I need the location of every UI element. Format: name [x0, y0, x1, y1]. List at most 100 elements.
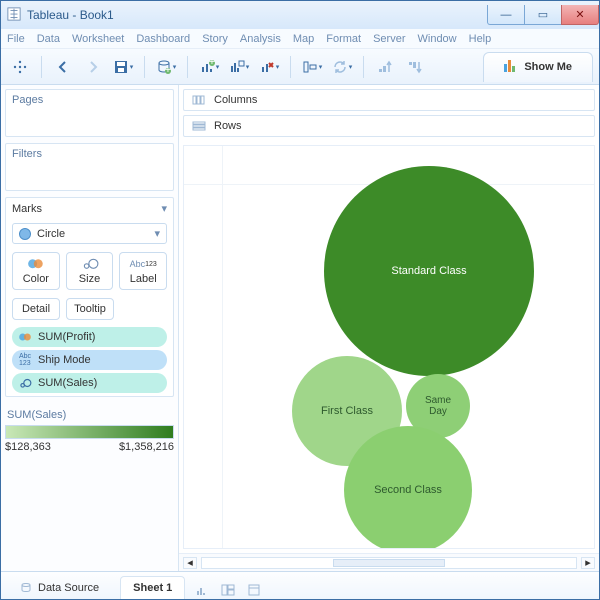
- app-icon: [7, 7, 21, 24]
- data-source-label: Data Source: [38, 582, 99, 594]
- clear-sheet-button[interactable]: ▾: [256, 54, 282, 80]
- back-button[interactable]: [50, 54, 76, 80]
- columns-shelf[interactable]: Columns: [183, 89, 595, 111]
- pages-shelf[interactable]: Pages: [5, 89, 174, 137]
- menu-worksheet[interactable]: Worksheet: [72, 33, 124, 45]
- filters-shelf[interactable]: Filters: [5, 143, 174, 191]
- marks-card: Marks ▾ Circle ▾ Color Size: [5, 197, 174, 397]
- menu-window[interactable]: Window: [418, 33, 457, 45]
- worksheet-area: Columns Rows Standard Class First Class: [179, 85, 599, 571]
- menu-format[interactable]: Format: [326, 33, 361, 45]
- mark-type-select[interactable]: Circle ▾: [12, 223, 167, 244]
- bubble-second-class[interactable]: Second Class: [344, 426, 472, 549]
- connect-data-button[interactable]: +▾: [153, 54, 179, 80]
- bubble-label: First Class: [321, 405, 373, 417]
- menu-map[interactable]: Map: [293, 33, 314, 45]
- window-controls: — ▭ ✕: [488, 5, 599, 25]
- shelves: Columns Rows: [179, 85, 599, 141]
- legend-max: $1,358,216: [119, 441, 174, 453]
- pill-sum-profit[interactable]: SUM(Profit): [12, 327, 167, 347]
- color-icon: [27, 257, 45, 271]
- refresh-button[interactable]: ▾: [329, 54, 355, 80]
- sort-asc-button[interactable]: [372, 54, 398, 80]
- pages-label: Pages: [6, 90, 173, 110]
- grid-line: [222, 146, 223, 548]
- size-pill-icon: [18, 376, 32, 390]
- main-area: Pages Filters Marks ▾ Circle ▾: [1, 85, 599, 571]
- rows-icon: [192, 121, 206, 131]
- maximize-button[interactable]: ▭: [524, 5, 562, 25]
- new-worksheet-button[interactable]: [193, 581, 211, 599]
- sheet-tabs-bar: Data Source Sheet 1: [1, 571, 599, 599]
- scroll-track[interactable]: [201, 557, 577, 569]
- menu-help[interactable]: Help: [469, 33, 492, 45]
- columns-icon: [192, 95, 206, 105]
- size-label: Size: [79, 273, 100, 285]
- bubble-label: Standard Class: [391, 265, 466, 277]
- new-sheet-button[interactable]: +▾: [196, 54, 222, 80]
- close-button[interactable]: ✕: [561, 5, 599, 25]
- menu-data[interactable]: Data: [37, 33, 60, 45]
- swap-button[interactable]: ▾: [299, 54, 325, 80]
- label-icon: Abc123: [134, 257, 152, 271]
- marks-tooltip-button[interactable]: Tooltip: [66, 298, 114, 320]
- menu-analysis[interactable]: Analysis: [240, 33, 281, 45]
- columns-label: Columns: [214, 94, 257, 106]
- marks-size-button[interactable]: Size: [66, 252, 114, 290]
- pill-profit-label: SUM(Profit): [38, 331, 95, 343]
- scroll-right-button[interactable]: ▸: [581, 557, 595, 569]
- sort-desc-button[interactable]: [402, 54, 428, 80]
- horizontal-scrollbar[interactable]: ◂ ▸: [179, 553, 599, 571]
- rows-label: Rows: [214, 120, 242, 132]
- new-dashboard-button[interactable]: [219, 581, 237, 599]
- show-me-button[interactable]: Show Me: [483, 52, 593, 82]
- menu-file[interactable]: File: [7, 33, 25, 45]
- sheet1-label: Sheet 1: [133, 582, 172, 594]
- new-story-button[interactable]: [245, 581, 263, 599]
- toolbar: ▾ +▾ +▾ ▾ ▾ ▾ ▾ Show Me: [1, 49, 599, 85]
- marks-menu-icon[interactable]: ▾: [161, 202, 167, 215]
- forward-button[interactable]: [80, 54, 106, 80]
- window-title: Tableau - Book1: [27, 8, 114, 22]
- size-icon: [81, 257, 99, 271]
- menu-story[interactable]: Story: [202, 33, 228, 45]
- svg-text:+: +: [165, 64, 171, 75]
- color-legend: SUM(Sales) $128,363 $1,358,216: [5, 403, 174, 457]
- menu-server[interactable]: Server: [373, 33, 405, 45]
- marks-label: Marks: [12, 203, 42, 215]
- legend-title: SUM(Sales): [5, 407, 174, 423]
- titlebar: Tableau - Book1 — ▭ ✕: [1, 1, 599, 29]
- left-panel: Pages Filters Marks ▾ Circle ▾: [1, 85, 179, 571]
- menu-bar: File Data Worksheet Dashboard Story Anal…: [1, 29, 599, 49]
- minimize-button[interactable]: —: [487, 5, 525, 25]
- pill-ship-mode[interactable]: Abc123 Ship Mode: [12, 350, 167, 370]
- mark-type-label: Circle: [37, 228, 65, 240]
- marks-detail-button[interactable]: Detail: [12, 298, 60, 320]
- pill-ship-label: Ship Mode: [38, 354, 91, 366]
- marks-label-button[interactable]: Abc123 Label: [119, 252, 167, 290]
- show-me-label: Show Me: [524, 61, 572, 73]
- rows-shelf[interactable]: Rows: [183, 115, 595, 137]
- pill-sales-label: SUM(Sales): [38, 377, 97, 389]
- circle-icon: [19, 228, 31, 240]
- detail-label: Detail: [22, 303, 50, 315]
- label-pill-icon: Abc123: [18, 353, 32, 367]
- bubble-standard-class[interactable]: Standard Class: [324, 166, 534, 376]
- data-source-tab[interactable]: Data Source: [7, 576, 112, 599]
- marks-color-button[interactable]: Color: [12, 252, 60, 290]
- label-label: Label: [130, 273, 157, 285]
- pill-sum-sales[interactable]: SUM(Sales): [12, 373, 167, 393]
- viz-canvas[interactable]: Standard Class First Class SameDay Secon…: [183, 145, 595, 549]
- save-button[interactable]: ▾: [110, 54, 136, 80]
- sheet1-tab[interactable]: Sheet 1: [120, 576, 185, 599]
- filters-label: Filters: [6, 144, 173, 164]
- scroll-left-button[interactable]: ◂: [183, 557, 197, 569]
- scroll-thumb[interactable]: [333, 559, 445, 567]
- color-label: Color: [23, 273, 49, 285]
- bubble-label: Second Class: [374, 484, 442, 496]
- svg-text:+: +: [209, 59, 215, 68]
- duplicate-sheet-button[interactable]: ▾: [226, 54, 252, 80]
- menu-dashboard[interactable]: Dashboard: [136, 33, 190, 45]
- start-icon[interactable]: [7, 54, 33, 80]
- legend-gradient[interactable]: [5, 425, 174, 439]
